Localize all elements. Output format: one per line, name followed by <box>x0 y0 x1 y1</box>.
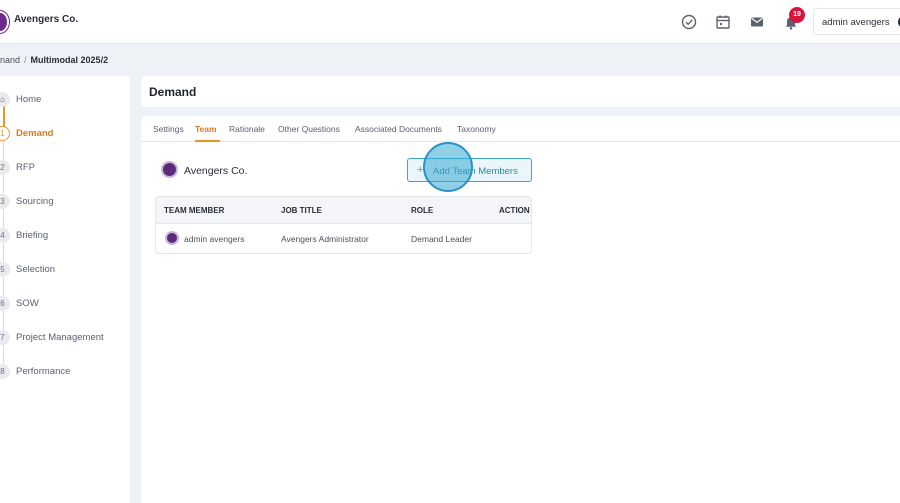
step-number: 4 <box>0 228 10 243</box>
active-tab-indicator <box>195 140 220 142</box>
tab-other-questions[interactable]: Other Questions <box>278 124 340 134</box>
tab-bar: Settings Team Rationale Other Questions … <box>141 116 900 142</box>
column-header-role[interactable]: ROLE <box>411 206 433 215</box>
sidebar-item-performance[interactable]: 8 Performance <box>0 363 130 381</box>
tab-associated-documents[interactable]: Associated Documents <box>355 124 442 134</box>
step-number: 7 <box>0 330 10 345</box>
user-name: admin avengers <box>822 17 890 28</box>
member-name: admin avengers <box>184 234 245 244</box>
tab-team[interactable]: Team <box>195 124 217 134</box>
top-bar: Avengers Co. 19 admin avengers <box>0 0 900 44</box>
sidebar-item-sow[interactable]: 6 SOW <box>0 295 130 313</box>
sidebar-item-label: Home <box>16 94 42 105</box>
step-number: 3 <box>0 194 10 209</box>
column-header-action: ACTION <box>499 206 530 215</box>
page-header: Demand <box>141 76 900 107</box>
brand-name[interactable]: Avengers Co. <box>14 14 78 25</box>
breadcrumb-current: Multimodal 2025/2 <box>30 55 109 65</box>
tab-rationale[interactable]: Rationale <box>229 124 265 134</box>
user-menu[interactable]: admin avengers <box>813 8 900 35</box>
tab-taxonomy[interactable]: Taxonomy <box>457 124 496 134</box>
sidebar-item-home[interactable]: ⌂ Home <box>0 91 130 109</box>
process-sidebar: ⌂ Home 1 Demand 2 RFP 3 Sourcing 4 Brief… <box>0 76 130 503</box>
sidebar-item-selection[interactable]: 5 Selection <box>0 261 130 279</box>
sidebar-item-briefing[interactable]: 4 Briefing <box>0 227 130 245</box>
sidebar-item-label: Sourcing <box>16 196 54 207</box>
sidebar-item-label: Demand <box>16 128 54 139</box>
page-title: Demand <box>149 85 197 99</box>
member-avatar <box>165 231 179 245</box>
breadcrumb: nand / Multimodal 2025/2 <box>0 55 108 65</box>
step-number: 8 <box>0 364 10 379</box>
member-role: Demand Leader <box>411 234 472 244</box>
company-name: Avengers Co. <box>184 165 248 177</box>
table-header: TEAM MEMBER JOB TITLE ROLE ACTION <box>156 197 531 224</box>
sidebar-item-rfp[interactable]: 2 RFP <box>0 159 130 177</box>
sidebar-item-project-management[interactable]: 7 Project Management <box>0 329 130 347</box>
breadcrumb-parent[interactable]: nand <box>0 55 20 65</box>
team-table: TEAM MEMBER JOB TITLE ROLE ACTION admin … <box>155 196 532 254</box>
sidebar-item-label: Selection <box>16 264 56 275</box>
main-content: Settings Team Rationale Other Questions … <box>141 116 900 503</box>
notification-badge: 19 <box>789 7 805 23</box>
calendar-icon[interactable] <box>714 13 732 31</box>
step-number: 2 <box>0 160 10 175</box>
add-team-members-button[interactable]: + Add Team Members <box>407 158 532 182</box>
brand-logo[interactable] <box>0 11 9 33</box>
tab-settings[interactable]: Settings <box>153 124 184 134</box>
add-team-members-label: Add Team Members <box>433 166 518 177</box>
plus-icon: + <box>417 164 424 176</box>
table-row[interactable]: admin avengers Avengers Administrator De… <box>156 224 531 253</box>
sidebar-item-sourcing[interactable]: 3 Sourcing <box>0 193 130 211</box>
column-header-team-member[interactable]: TEAM MEMBER <box>164 206 224 215</box>
column-header-job-title[interactable]: JOB TITLE <box>281 206 322 215</box>
company-logo <box>161 161 178 178</box>
check-circle-icon[interactable] <box>680 13 698 31</box>
mail-icon[interactable] <box>748 13 766 31</box>
sidebar-item-demand[interactable]: 1 Demand <box>0 125 130 143</box>
home-icon: ⌂ <box>0 92 10 107</box>
sidebar-item-label: Briefing <box>16 230 49 241</box>
sidebar-item-label: Project Management <box>16 332 104 343</box>
step-number: 1 <box>0 126 10 141</box>
sidebar-item-label: Performance <box>16 366 71 377</box>
step-number: 6 <box>0 296 10 311</box>
step-number: 5 <box>0 262 10 277</box>
sidebar-item-label: SOW <box>16 298 39 309</box>
breadcrumb-separator: / <box>24 55 27 65</box>
sidebar-item-label: RFP <box>16 162 35 173</box>
member-job-title: Avengers Administrator <box>281 234 369 244</box>
